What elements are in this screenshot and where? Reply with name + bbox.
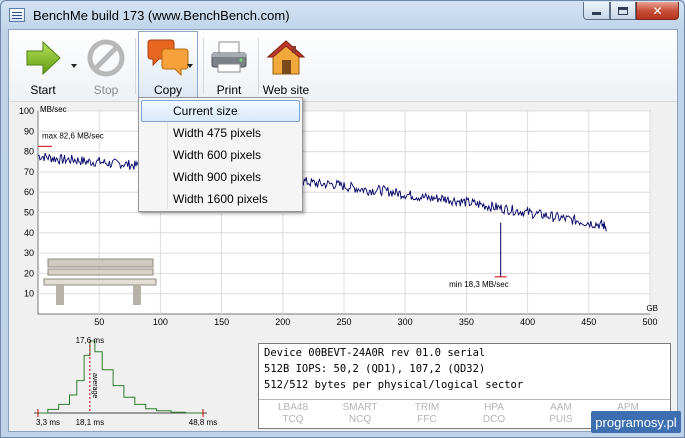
print-button[interactable]: Print (205, 32, 253, 100)
bench-leg (133, 285, 141, 305)
flag-lba48: LBA48 (277, 402, 309, 413)
copy-dropdown-arrow-icon[interactable] (187, 64, 193, 68)
flag-tcq: TCQ (282, 414, 304, 425)
x-tick-label: 200 (275, 317, 290, 327)
flag-ncq: NCQ (348, 414, 372, 425)
flag-dco: DCO (482, 414, 506, 425)
title-bar[interactable]: BenchMe build 173 (www.BenchBench.com) ✕ (1, 1, 684, 29)
max-annotation: max 82,6 MB/sec (42, 131, 104, 140)
y-tick-label: 10 (24, 289, 34, 299)
x-tick-label: 450 (581, 317, 596, 327)
sector-line: 512/512 bytes per physical/logical secto… (264, 379, 524, 391)
start-dropdown-arrow-icon[interactable] (71, 64, 77, 68)
minimize-button[interactable] (583, 2, 610, 20)
window-title: BenchMe build 173 (www.BenchBench.com) (33, 8, 290, 23)
app-icon (9, 8, 25, 22)
flag-hpa: HPA (484, 402, 504, 413)
close-icon: ✕ (652, 3, 663, 18)
website-label: Web site (262, 83, 310, 97)
x-tick-label: 250 (336, 317, 351, 327)
x-tick-label: 50 (94, 317, 104, 327)
flag-trim: TRIM (414, 402, 440, 413)
print-label: Print (216, 83, 242, 97)
y-tick-label: 70 (24, 167, 34, 177)
toolbar-separator (135, 38, 136, 94)
maximize-icon (618, 6, 628, 15)
access-time-chart: 17,6 ms average 3,3 ms 18,1 ms 48,8 ms (34, 336, 217, 427)
app-window: BenchMe build 173 (www.BenchBench.com) ✕… (0, 0, 685, 438)
toolbar: Start Stop Copy Print Web site (9, 30, 677, 102)
play-arrow-icon (26, 40, 61, 76)
flag-puis: PUIS (549, 414, 573, 425)
stop-label: Stop (93, 83, 119, 97)
printer-icon (211, 41, 247, 73)
bench-backrest (47, 268, 154, 276)
website-button[interactable]: Web site (260, 32, 312, 100)
max-time-label: 48,8 ms (189, 418, 217, 427)
x-tick-label: 150 (214, 317, 229, 327)
flag-ffc: FFC (417, 414, 437, 425)
toolbar-separator (203, 38, 204, 94)
stop-button[interactable]: Stop (81, 32, 131, 100)
bench-leg (56, 285, 64, 305)
watermark-badge: programosy.pl (591, 411, 681, 433)
x-tick-label: 400 (520, 317, 535, 327)
house-icon (266, 40, 306, 75)
avg-time-label: 18,1 ms (76, 418, 104, 427)
y-tick-label: 100 (19, 106, 34, 116)
y-tick-label: 60 (24, 187, 34, 197)
close-button[interactable]: ✕ (636, 2, 679, 20)
y-tick-label: 20 (24, 268, 34, 278)
menu-item-width-600[interactable]: Width 600 pixels (141, 144, 300, 166)
y-tick-label: 80 (24, 147, 34, 157)
maximize-button[interactable] (610, 2, 636, 20)
x-axis-label: GB (646, 304, 658, 313)
stop-icon (87, 39, 125, 77)
x-tick-label: 300 (398, 317, 413, 327)
peak-label: 17,6 ms (76, 336, 104, 345)
histogram-line (38, 340, 203, 414)
start-label: Start (30, 83, 56, 97)
copy-dropdown-menu: Current size Width 475 pixels Width 600 … (138, 97, 303, 212)
copy-label: Copy (153, 83, 182, 97)
iops-line: 512B IOPS: 50,2 (QD1), 107,2 (QD32) (264, 363, 486, 375)
x-tick-label: 500 (642, 317, 657, 327)
menu-item-width-475[interactable]: Width 475 pixels (141, 122, 300, 144)
minimize-icon (592, 12, 601, 15)
min-annotation: min 18,3 MB/sec (449, 280, 509, 289)
y-axis-label: MB/sec (40, 105, 67, 114)
x-tick-label: 100 (153, 317, 168, 327)
throughput-chart: 50 100 150 200 250 300 350 400 450 500 10 20 30 40 50 6… (19, 105, 658, 327)
bench-backrest (47, 258, 154, 268)
toolbar-separator (258, 38, 259, 94)
flag-smart: SMART (342, 402, 378, 413)
menu-item-width-1600[interactable]: Width 1600 pixels (141, 188, 300, 210)
x-tick-label: 350 (459, 317, 474, 327)
bench-seat (43, 278, 157, 286)
flag-aam: AAM (550, 402, 572, 413)
y-tick-label: 30 (24, 248, 34, 258)
start-button[interactable]: Start (15, 32, 71, 100)
menu-item-width-900[interactable]: Width 900 pixels (141, 166, 300, 188)
y-tick-label: 40 (24, 228, 34, 238)
menu-item-current-size[interactable]: Current size (141, 100, 300, 122)
min-time-label: 3,3 ms (36, 418, 60, 427)
speech-bubbles-icon (147, 39, 189, 77)
y-tick-label: 50 (24, 208, 34, 218)
average-label: average (91, 373, 98, 398)
y-tick-label: 90 (24, 126, 34, 136)
device-line: Device 00BEVT-24A0R rev 01.0 serial (264, 347, 486, 359)
